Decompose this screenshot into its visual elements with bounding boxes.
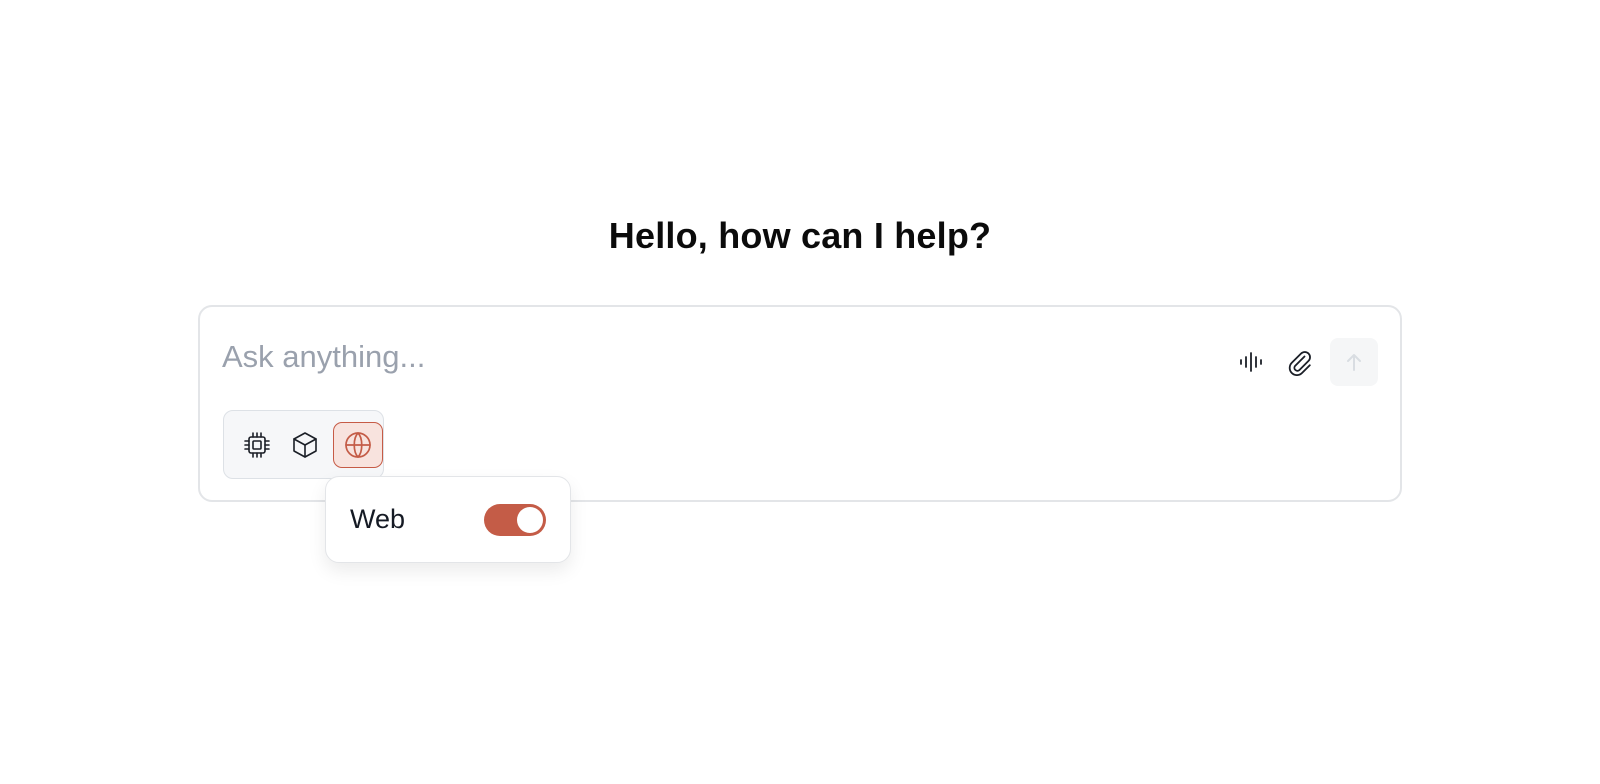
toggle-knob (517, 506, 543, 533)
web-toggle-label: Web (350, 504, 406, 534)
arrow-up-icon (1342, 350, 1366, 374)
prompt-input[interactable] (222, 335, 1182, 379)
web-search-popover: Web (325, 476, 571, 563)
paperclip-icon (1285, 348, 1313, 376)
web-toggle[interactable] (484, 503, 546, 536)
voice-button[interactable] (1232, 343, 1270, 381)
model-mode-button[interactable] (238, 426, 276, 464)
send-button[interactable] (1330, 338, 1378, 386)
cube-icon (290, 430, 320, 460)
chat-composer (198, 305, 1402, 502)
web-mode-button[interactable] (333, 421, 383, 468)
waveform-icon (1237, 348, 1265, 376)
tools-mode-button[interactable] (286, 426, 324, 464)
page-heading: Hello, how can I help? (608, 215, 992, 256)
mode-selector (223, 410, 384, 479)
page: Hello, how can I help? Ask anything... W… (0, 0, 1600, 784)
globe-icon (342, 429, 374, 461)
attach-button[interactable] (1280, 343, 1318, 381)
composer-actions (1232, 338, 1378, 386)
cpu-chip-icon (242, 430, 272, 460)
